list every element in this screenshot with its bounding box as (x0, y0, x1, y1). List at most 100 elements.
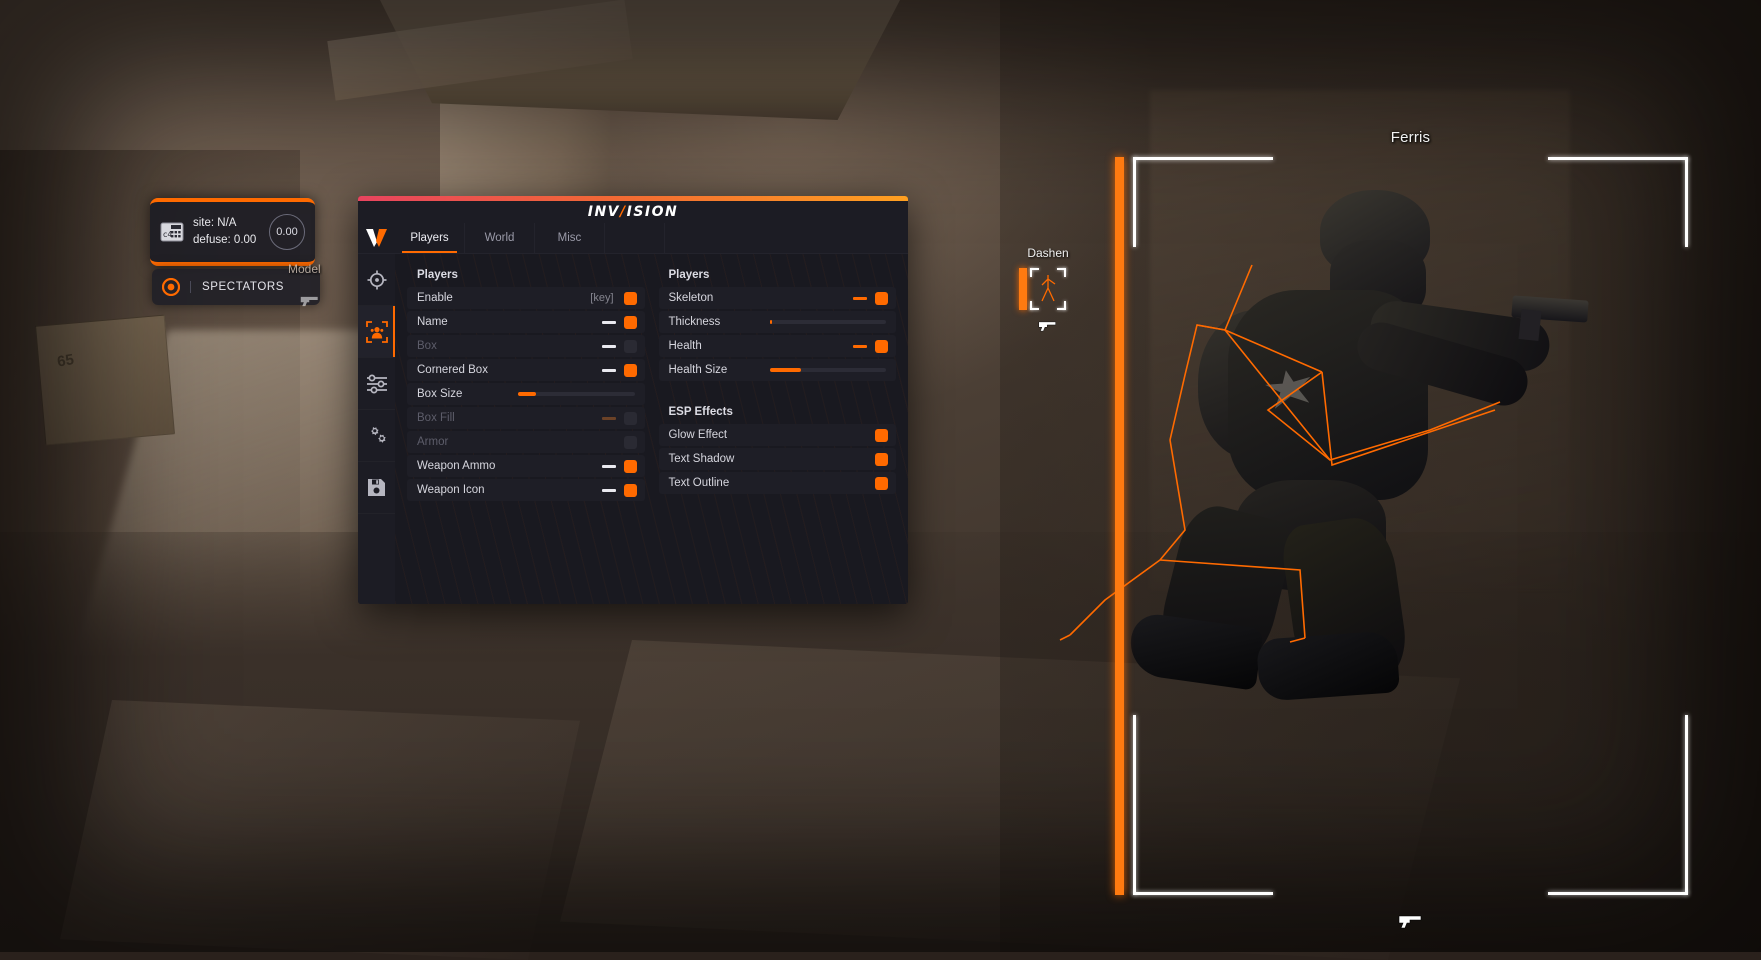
toggle-switch[interactable] (875, 429, 888, 442)
cheat-menu-window[interactable]: INV/ISION (358, 196, 908, 604)
toggle-switch[interactable] (624, 412, 637, 425)
app-logo-icon (358, 223, 395, 254)
setting-label: Health Size (669, 364, 762, 376)
brand-pre: INV (588, 204, 620, 220)
setting-label: Cornered Box (417, 364, 594, 376)
spectators-label: SPECTATORS (190, 281, 284, 293)
c4-bomb-icon: c4 (160, 222, 184, 242)
toggle-switch[interactable] (875, 292, 888, 305)
esp-corner-bottom-left (1133, 715, 1136, 895)
menu-titlebar[interactable]: INV/ISION (358, 201, 908, 223)
group-title-players-right: Players (669, 269, 897, 281)
settings-columns: Players Enable [key] Name (395, 254, 908, 604)
toggle-switch[interactable] (624, 364, 637, 377)
rail-item-settings[interactable] (358, 410, 395, 462)
color-swatch[interactable] (602, 465, 616, 468)
setting-row-skeleton[interactable]: Skeleton (659, 287, 897, 309)
setting-row-box-size[interactable]: Box Size (407, 383, 645, 405)
toggle-switch[interactable] (624, 484, 637, 497)
color-swatch[interactable] (853, 345, 867, 348)
distant-player-skeleton (1030, 268, 1066, 310)
esp-box-ferris: Ferris (1133, 157, 1688, 895)
pistol-icon (1398, 915, 1424, 929)
slider-fill (770, 368, 801, 372)
rail-item-visuals[interactable] (358, 358, 395, 410)
color-swatch[interactable] (602, 417, 616, 420)
setting-row-box-fill[interactable]: Box Fill (407, 407, 645, 429)
tab-players[interactable]: Players (395, 223, 465, 253)
setting-row-text-shadow[interactable]: Text Shadow (659, 448, 897, 470)
rail-item-config[interactable] (358, 462, 395, 514)
toggle-switch[interactable] (624, 316, 637, 329)
setting-row-cornered-box[interactable]: Cornered Box (407, 359, 645, 381)
bomb-defuse-line: defuse: 0.00 (193, 232, 260, 249)
esp-health-bar (1019, 268, 1027, 310)
menu-sidebar-rail (358, 223, 395, 604)
setting-label: Box Fill (417, 412, 594, 424)
health-size-slider[interactable] (770, 368, 886, 372)
group-title-esp-effects: ESP Effects (669, 406, 897, 418)
setting-row-weapon-ammo[interactable]: Weapon Ammo (407, 455, 645, 477)
esp-corner-top-right (1548, 157, 1688, 160)
color-swatch[interactable] (602, 345, 616, 348)
esp-corner-top-left (1133, 157, 1273, 160)
bomb-timer-gauge: 0.00 (269, 214, 305, 250)
color-swatch[interactable] (602, 489, 616, 492)
tab-misc[interactable]: Misc (535, 223, 605, 253)
brand-logo-text: INV/ISION (588, 204, 679, 220)
color-swatch[interactable] (853, 297, 867, 300)
setting-row-box[interactable]: Box (407, 335, 645, 357)
toggle-switch[interactable] (624, 460, 637, 473)
setting-label: Weapon Icon (417, 484, 594, 496)
group-title-players-left: Players (417, 269, 645, 281)
tab-bar-filler (605, 223, 665, 253)
toggle-switch[interactable] (624, 436, 637, 449)
toggle-switch[interactable] (624, 292, 637, 305)
box-size-slider[interactable] (518, 392, 634, 396)
setting-row-enable[interactable]: Enable [key] (407, 287, 645, 309)
thickness-slider[interactable] (770, 320, 886, 324)
gears-icon (366, 426, 388, 446)
toggle-switch[interactable] (875, 340, 888, 353)
color-swatch[interactable] (602, 321, 616, 324)
toggle-switch[interactable] (875, 453, 888, 466)
esp-player-name: Dashen (1027, 246, 1068, 260)
setting-label: Text Shadow (669, 453, 868, 465)
setting-label: Thickness (669, 316, 762, 328)
toggle-switch[interactable] (875, 477, 888, 490)
keybind-label[interactable]: [key] (590, 292, 613, 304)
tab-world[interactable]: World (465, 223, 535, 253)
bomb-site-line: site: N/A (193, 215, 260, 232)
setting-label: Name (417, 316, 594, 328)
rail-item-esp[interactable] (358, 306, 395, 358)
menu-content: Players World Misc Players Enable [key] (395, 223, 908, 604)
setting-row-armor[interactable]: Armor (407, 431, 645, 453)
esp-corner-bottom-right (1685, 715, 1688, 895)
setting-row-weapon-icon[interactable]: Weapon Icon (407, 479, 645, 501)
setting-label: Armor (417, 436, 616, 448)
ghost-model-label: Model (288, 262, 321, 276)
setting-label: Health (669, 340, 846, 352)
setting-row-thickness[interactable]: Thickness (659, 311, 897, 333)
setting-label: Weapon Ammo (417, 460, 594, 472)
esp-box-dashen: Dashen (1030, 268, 1066, 310)
setting-row-health-size[interactable]: Health Size (659, 359, 897, 381)
brand-post: ISION (627, 204, 679, 220)
menu-body: Players World Misc Players Enable [key] (358, 223, 908, 604)
setting-row-name[interactable]: Name (407, 311, 645, 333)
esp-player-name: Ferris (1133, 129, 1688, 146)
rail-item-aimbot[interactable] (358, 254, 395, 306)
setting-row-text-outline[interactable]: Text Outline (659, 472, 897, 494)
toggle-switch[interactable] (624, 340, 637, 353)
esp-corner-bottom-left (1133, 892, 1273, 895)
crosshair-icon (367, 270, 387, 290)
setting-row-health[interactable]: Health (659, 335, 897, 357)
pistol-icon (300, 296, 320, 307)
slider-fill (770, 320, 772, 324)
esp-health-bar (1115, 157, 1124, 895)
setting-row-glow-effect[interactable]: Glow Effect (659, 424, 897, 446)
settings-rows-esp-effects: Glow Effect Text Shadow Text Outline (659, 424, 897, 494)
bomb-status-text: site: N/A defuse: 0.00 (193, 215, 260, 248)
setting-label: Text Outline (669, 477, 868, 489)
color-swatch[interactable] (602, 369, 616, 372)
